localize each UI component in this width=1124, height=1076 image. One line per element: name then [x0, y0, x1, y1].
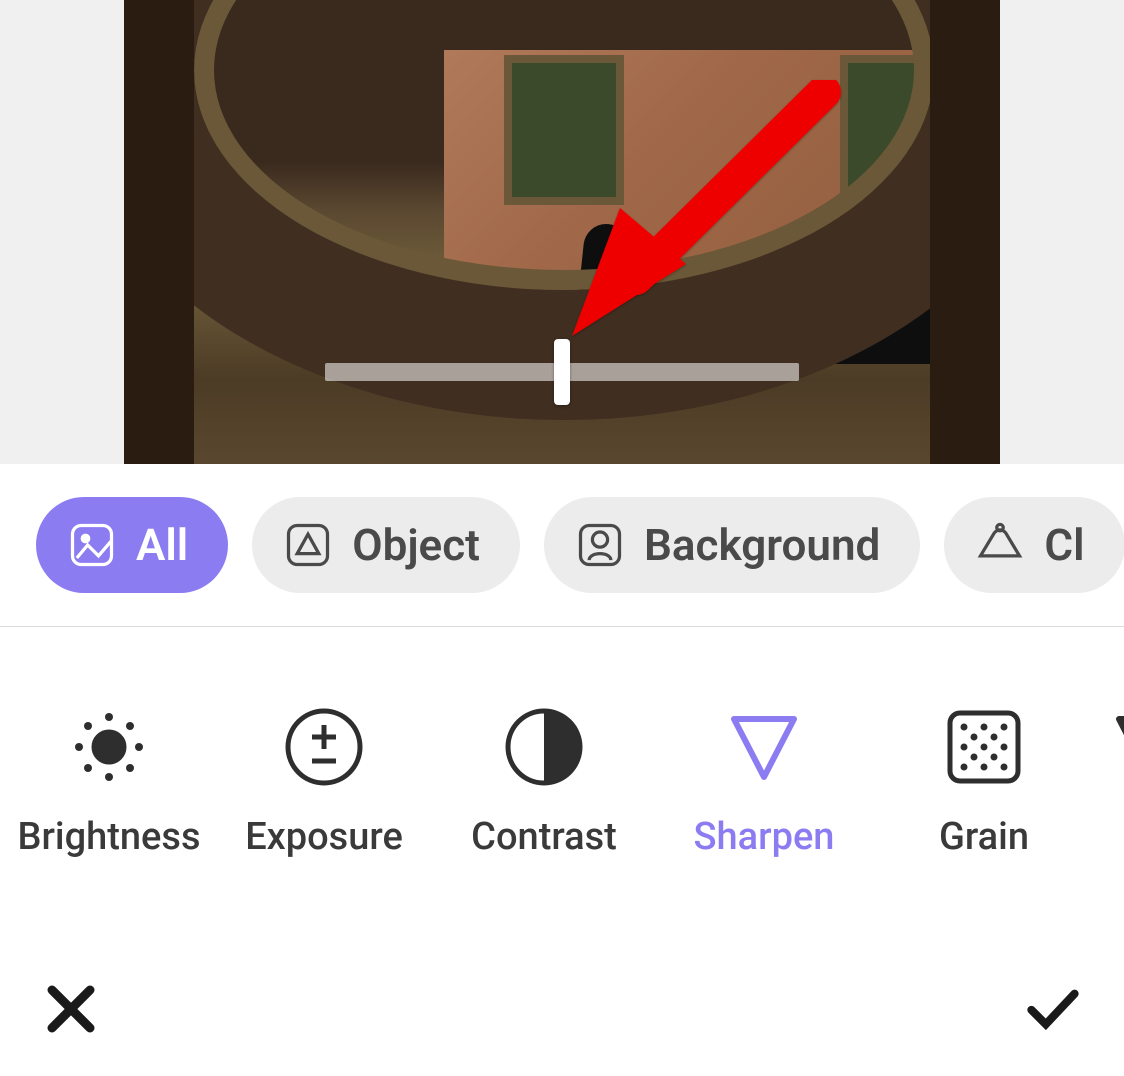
sharpen-icon: [722, 705, 806, 789]
tool-label: Contrast: [471, 815, 617, 859]
check-icon: [1026, 982, 1080, 1040]
edited-image[interactable]: [124, 0, 1000, 464]
canvas-area: [0, 0, 1124, 464]
annotation-arrow: [564, 80, 844, 340]
selection-chips-row: All Object Background Cl: [0, 464, 1124, 626]
tool-exposure[interactable]: Exposure: [224, 705, 424, 859]
background-icon: [574, 519, 626, 571]
chip-label: Cl: [1044, 519, 1084, 571]
object-icon: [282, 519, 334, 571]
tools-row: Brightness Exposure Contrast: [0, 627, 1124, 859]
tool-grain[interactable]: Grain: [884, 705, 1084, 859]
contrast-icon: [502, 705, 586, 789]
tool-contrast[interactable]: Contrast: [444, 705, 644, 859]
chip-label: Background: [644, 519, 880, 571]
chip-object[interactable]: Object: [252, 497, 520, 593]
tool-label: Grain: [939, 815, 1029, 859]
tool-label: Sharpen: [694, 815, 835, 859]
tool-filter[interactable]: Fi: [1104, 705, 1124, 859]
filter-icon: [1107, 705, 1124, 789]
chip-background[interactable]: Background: [544, 497, 920, 593]
slider-thumb[interactable]: [554, 339, 570, 405]
chip-label: Object: [352, 519, 480, 571]
tool-label: Brightness: [17, 815, 200, 859]
close-icon: [44, 982, 98, 1040]
chip-all[interactable]: All: [36, 497, 228, 593]
clothes-icon: [974, 519, 1026, 571]
action-row: [0, 976, 1124, 1046]
chip-label: All: [136, 519, 188, 571]
tool-label: Exposure: [245, 815, 403, 859]
confirm-button[interactable]: [1018, 976, 1088, 1046]
tool-sharpen[interactable]: Sharpen: [664, 705, 864, 859]
tool-brightness[interactable]: Brightness: [14, 705, 204, 859]
adjustment-slider[interactable]: [325, 340, 799, 404]
cancel-button[interactable]: [36, 976, 106, 1046]
exposure-icon: [282, 705, 366, 789]
grain-icon: [942, 705, 1026, 789]
brightness-icon: [67, 705, 151, 789]
chip-clothes[interactable]: Cl: [944, 497, 1124, 593]
all-icon: [66, 519, 118, 571]
